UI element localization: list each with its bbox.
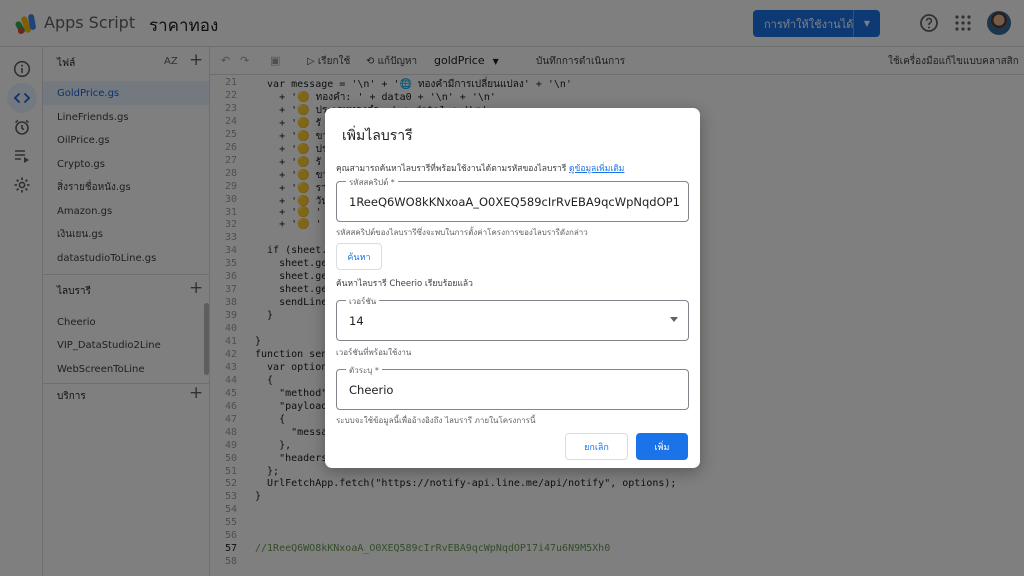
identifier-input[interactable]: Cheerio [349, 383, 679, 397]
identifier-field[interactable]: ตัวระบุ * Cheerio [336, 364, 689, 410]
version-select[interactable]: เวอร์ชัน 14 [336, 295, 689, 341]
version-hint: เวอร์ชันที่พร้อมใช้งาน [336, 348, 412, 357]
add-button[interactable]: เพิ่ม [636, 433, 688, 460]
version-value: 14 [349, 314, 364, 328]
dialog-title: เพิ่มไลบรารี [342, 128, 413, 144]
dialog-description-text: คุณสามารถค้นหาไลบรารีที่พร้อมใช้งานได้ตา… [336, 164, 567, 174]
dialog-description: คุณสามารถค้นหาไลบรารีที่พร้อมใช้งานได้ตา… [336, 161, 624, 175]
dropdown-arrow-icon[interactable] [670, 317, 678, 322]
identifier-hint: ระบบจะใช้ข้อมูลนี้เพื่ออ้างอิงถึง ไลบราร… [336, 416, 536, 425]
add-library-dialog: เพิ่มไลบรารี คุณสามารถค้นหาไลบรารีที่พร้… [325, 108, 700, 468]
identifier-label: ตัวระบุ * [346, 364, 382, 377]
library-found-text: ค้นหาไลบรารี Cheerio เรียบร้อยแล้ว [336, 279, 473, 289]
cancel-button[interactable]: ยกเลิก [565, 433, 628, 460]
lookup-button[interactable]: ค้นหา [336, 243, 382, 270]
script-id-input[interactable]: 1ReeQ6WO8kKNxoaA_O0XEQ589cIrRvEBA9qcWpNq… [349, 195, 679, 209]
script-id-label: รหัสสคริปต์ * [346, 176, 398, 189]
version-label: เวอร์ชัน [346, 295, 380, 308]
script-id-field[interactable]: รหัสสคริปต์ * 1ReeQ6WO8kKNxoaA_O0XEQ589c… [336, 176, 689, 222]
script-id-hint: รหัสสคริปต์ของไลบรารีซึ่งจะพบในการตั้งค่… [336, 228, 588, 237]
learn-more-link[interactable]: ดูข้อมูลเพิ่มเติม [569, 164, 624, 174]
